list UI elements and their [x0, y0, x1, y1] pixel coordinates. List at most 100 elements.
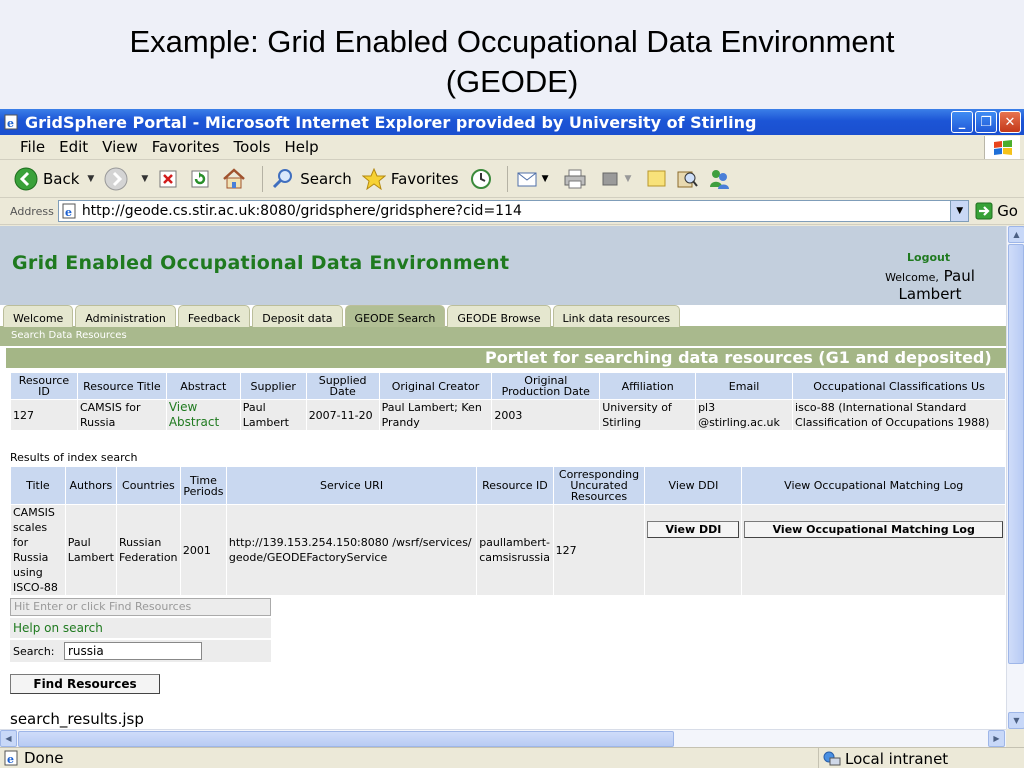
- ie-page-icon: e: [4, 114, 18, 130]
- column-header: Supplied Date: [305, 372, 380, 400]
- column-header: Abstract: [165, 372, 241, 400]
- toolbar: Back ▼ ▼ Search Favorites ▼ ▼: [0, 160, 1024, 198]
- address-label: Address: [10, 204, 54, 218]
- table-cell: isco-88 (International Standard Classifi…: [792, 399, 1006, 431]
- tab-deposit-data[interactable]: Deposit data: [252, 305, 343, 327]
- edit-dropdown-icon[interactable]: ▼: [625, 174, 632, 184]
- search-label: Search:: [13, 645, 55, 658]
- table-cell: Paul Lambert: [64, 504, 117, 596]
- print-icon[interactable]: [563, 168, 587, 190]
- favorites-button[interactable]: Favorites: [361, 167, 459, 190]
- subtab-bar: [0, 326, 1006, 346]
- table-cell: Paul Lambert; Ken Prandy: [378, 399, 493, 431]
- scroll-corner: [1006, 729, 1024, 747]
- intranet-icon: [823, 751, 841, 765]
- column-header: Resource ID: [476, 466, 554, 505]
- page-content: Grid Enabled Occupational Data Environme…: [0, 226, 1006, 729]
- search-row: Search: russia: [10, 640, 271, 662]
- minimize-button[interactable]: _: [951, 111, 973, 133]
- back-button[interactable]: Back ▼: [14, 167, 94, 191]
- column-header: Service URI: [225, 466, 478, 505]
- discuss-icon[interactable]: [645, 168, 669, 190]
- table-cell: Paul Lambert: [239, 399, 307, 431]
- mail-icon[interactable]: [516, 168, 540, 190]
- tab-administration[interactable]: Administration: [75, 305, 176, 327]
- browser-window: e GridSphere Portal - Microsoft Internet…: [0, 109, 1024, 768]
- messenger-icon[interactable]: [707, 168, 731, 190]
- tab-welcome[interactable]: Welcome: [3, 305, 74, 327]
- title-bar[interactable]: e GridSphere Portal - Microsoft Internet…: [0, 109, 1024, 135]
- column-header: View DDI: [644, 466, 743, 505]
- stop-icon[interactable]: [158, 168, 180, 190]
- column-header: Corresponding Uncurated Resources: [552, 466, 646, 505]
- scroll-up-icon[interactable]: ▲: [1008, 226, 1024, 243]
- mail-dropdown-icon[interactable]: ▼: [542, 174, 549, 184]
- table-cell: 127: [552, 504, 646, 596]
- tab-geode-search[interactable]: GEODE Search: [344, 305, 446, 327]
- table-header-row: Resource ID Resource Title Abstract Supp…: [10, 372, 1006, 400]
- address-input[interactable]: e http://geode.cs.stir.ac.uk:8080/gridsp…: [57, 200, 970, 222]
- menu-favorites[interactable]: Favorites: [152, 138, 220, 156]
- help-on-search-link[interactable]: Help on search: [10, 618, 271, 638]
- scroll-right-icon[interactable]: ▶: [988, 730, 1005, 747]
- scroll-down-icon[interactable]: ▼: [1008, 712, 1024, 729]
- find-resources-button[interactable]: Find Resources: [10, 674, 160, 694]
- table-cell: 127: [10, 399, 78, 431]
- column-header: Email: [695, 372, 794, 400]
- maximize-button[interactable]: ❐: [975, 111, 997, 133]
- view-ddi-button[interactable]: View DDI: [647, 521, 740, 538]
- close-button[interactable]: ✕: [999, 111, 1021, 133]
- refresh-icon[interactable]: [190, 168, 212, 190]
- search-input[interactable]: russia: [64, 642, 202, 660]
- svg-text:e: e: [65, 206, 72, 219]
- tab-geode-browse[interactable]: GEODE Browse: [447, 305, 551, 327]
- edit-icon[interactable]: [601, 168, 621, 190]
- tab-feedback[interactable]: Feedback: [177, 305, 251, 327]
- subtab-search-data-resources[interactable]: Search Data Resources: [11, 330, 127, 341]
- scroll-left-icon[interactable]: ◀: [0, 730, 17, 747]
- search-hint-field[interactable]: Hit Enter or click Find Resources: [10, 598, 271, 616]
- table-cell: CAMSIS for Russia: [76, 399, 167, 431]
- forward-arrow-icon: [104, 167, 128, 190]
- search-button[interactable]: Search: [271, 168, 352, 190]
- view-matching-log-button[interactable]: View Occupational Matching Log: [744, 521, 1003, 538]
- column-header: Countries: [115, 466, 181, 505]
- page-icon: e: [62, 203, 76, 219]
- forward-button[interactable]: ▼: [104, 167, 148, 191]
- menu-tools[interactable]: Tools: [234, 138, 271, 156]
- back-arrow-icon: [14, 167, 38, 190]
- column-header: Authors: [64, 466, 117, 505]
- svg-text:e: e: [7, 753, 14, 766]
- home-icon[interactable]: [222, 167, 246, 190]
- go-button[interactable]: Go: [975, 202, 1018, 220]
- back-dropdown-icon[interactable]: ▼: [87, 174, 94, 184]
- go-arrow-icon: [975, 202, 993, 220]
- forward-dropdown-icon[interactable]: ▼: [141, 174, 148, 184]
- menu-edit[interactable]: Edit: [59, 138, 88, 156]
- table-cell: Russian Federation: [115, 504, 181, 596]
- table-cell: CAMSIS scales for Russia using ISCO-88: [10, 504, 66, 596]
- site-title: Grid Enabled Occupational Data Environme…: [12, 252, 510, 274]
- table-cell: pl3 @stirling.ac.uk: [695, 399, 794, 431]
- portal-tabs: Welcome Administration Feedback Deposit …: [3, 305, 681, 327]
- menu-view[interactable]: View: [102, 138, 138, 156]
- table-cell: http://139.153.254.150:8080 /wsrf/servic…: [225, 504, 478, 596]
- results-table: Title Authors Countries Time Periods Ser…: [10, 466, 1006, 596]
- table-header-row: Title Authors Countries Time Periods Ser…: [10, 466, 1006, 505]
- address-dropdown-icon[interactable]: ▼: [950, 201, 969, 221]
- vertical-scrollbar[interactable]: ▲ ▼: [1006, 226, 1024, 729]
- research-icon[interactable]: [675, 168, 699, 190]
- column-header: Occupational Classifications Us: [792, 372, 1006, 400]
- horizontal-scroll-thumb[interactable]: [18, 731, 674, 747]
- menu-help[interactable]: Help: [285, 138, 319, 156]
- vertical-scroll-thumb[interactable]: [1008, 244, 1024, 664]
- star-icon: [361, 167, 386, 190]
- logout-link[interactable]: Logout: [907, 251, 950, 264]
- view-abstract-link[interactable]: View Abstract: [165, 399, 241, 431]
- menu-file[interactable]: File: [20, 138, 45, 156]
- security-zone: Local intranet: [818, 748, 948, 768]
- status-bar: e Done Local intranet: [0, 747, 1024, 768]
- horizontal-scrollbar[interactable]: ◀ ▶: [0, 729, 1006, 747]
- history-icon[interactable]: [469, 168, 493, 190]
- tab-link-data-resources[interactable]: Link data resources: [552, 305, 681, 327]
